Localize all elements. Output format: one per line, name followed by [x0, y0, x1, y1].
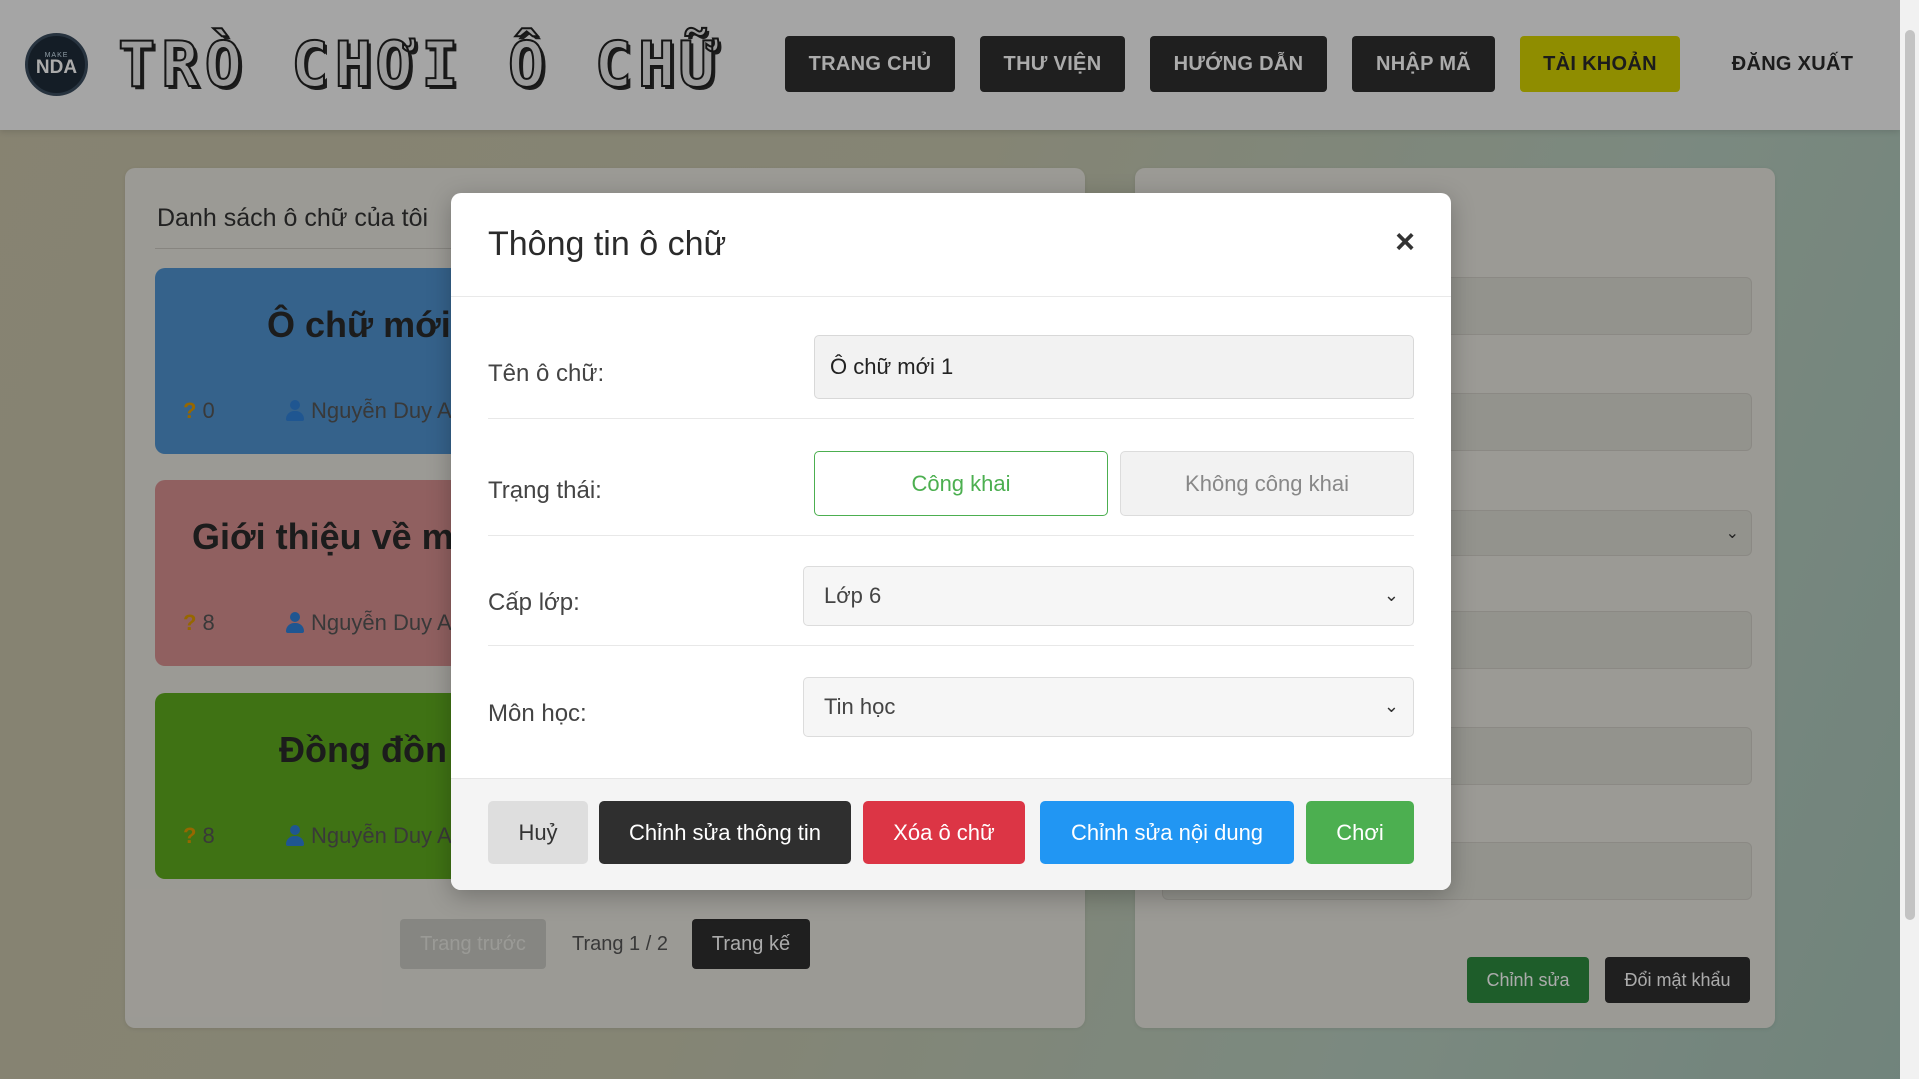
status-label: Trạng thái:: [488, 477, 602, 504]
row-divider: [488, 645, 1414, 646]
grade-select[interactable]: Lớp 6 ⌄: [803, 566, 1414, 626]
subject-select[interactable]: Tin học ⌄: [803, 677, 1414, 737]
edit-info-button[interactable]: Chỉnh sửa thông tin: [599, 801, 851, 864]
crossword-name-input[interactable]: Ô chữ mới 1: [814, 335, 1414, 399]
edit-content-button[interactable]: Chỉnh sửa nội dung: [1040, 801, 1294, 864]
subject-label: Môn học:: [488, 700, 587, 727]
subject-value: Tin học: [824, 694, 896, 719]
name-label: Tên ô chữ:: [488, 360, 605, 387]
modal-title: Thông tin ô chữ: [488, 225, 727, 263]
chevron-down-icon: ⌄: [1383, 585, 1399, 605]
cancel-button[interactable]: Huỷ: [488, 801, 588, 864]
modal-footer: Huỷ Chỉnh sửa thông tin Xóa ô chữ Chỉnh …: [451, 778, 1451, 890]
status-public-toggle[interactable]: Công khai: [814, 451, 1108, 516]
modal-header: Thông tin ô chữ ×: [451, 193, 1451, 297]
crossword-info-modal: Thông tin ô chữ × Tên ô chữ: Ô chữ mới 1…: [451, 193, 1451, 890]
delete-crossword-button[interactable]: Xóa ô chữ: [863, 801, 1025, 864]
row-divider: [488, 535, 1414, 536]
row-divider: [488, 418, 1414, 419]
page-scrollbar[interactable]: [1900, 0, 1919, 1079]
grade-value: Lớp 6: [824, 583, 882, 608]
play-button[interactable]: Chơi: [1306, 801, 1414, 864]
status-private-toggle[interactable]: Không công khai: [1120, 451, 1414, 516]
scrollbar-thumb[interactable]: [1905, 30, 1915, 920]
close-icon[interactable]: ×: [1395, 223, 1415, 262]
chevron-down-icon: ⌄: [1383, 696, 1399, 716]
grade-label: Cấp lớp:: [488, 589, 580, 616]
